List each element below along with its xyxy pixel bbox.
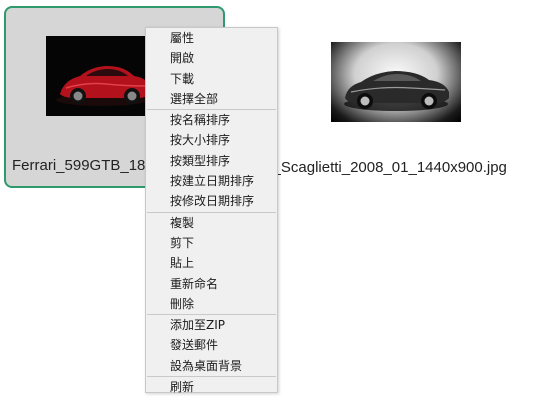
menu-item-add-to-zip[interactable]: 添加至ZIP bbox=[146, 315, 277, 335]
menu-item-copy[interactable]: 複製 bbox=[146, 213, 277, 233]
menu-item-refresh[interactable]: 刷新 bbox=[146, 377, 277, 397]
menu-item-sort-by-name[interactable]: 按名稱排序 bbox=[146, 110, 277, 130]
menu-item-set-as-wallpaper[interactable]: 設為桌面背景 bbox=[146, 356, 277, 376]
red-car-image bbox=[46, 36, 160, 116]
menu-item-download[interactable]: 下載 bbox=[146, 69, 277, 89]
menu-item-delete[interactable]: 刪除 bbox=[146, 294, 277, 314]
menu-item-sort-by-created-date[interactable]: 按建立日期排序 bbox=[146, 171, 277, 191]
file-thumbnail-dark-car[interactable] bbox=[331, 42, 461, 122]
dark-car-image bbox=[344, 71, 449, 111]
menu-item-sort-by-size[interactable]: 按大小排序 bbox=[146, 130, 277, 150]
menu-item-send-email[interactable]: 發送郵件 bbox=[146, 335, 277, 355]
menu-item-sort-by-type[interactable]: 按類型排序 bbox=[146, 151, 277, 171]
file-name-label[interactable]: Ferrari_599GTB_185 bbox=[12, 156, 154, 176]
file-thumbnail-red-car[interactable] bbox=[46, 36, 160, 116]
context-menu: 屬性 開啟 下載 選擇全部 按名稱排序 按大小排序 按類型排序 按建立日期排序 … bbox=[145, 27, 278, 394]
menu-item-sort-by-modified-date[interactable]: 按修改日期排序 bbox=[146, 191, 277, 211]
menu-item-open[interactable]: 開啟 bbox=[146, 48, 277, 68]
menu-item-paste[interactable]: 貼上 bbox=[146, 253, 277, 273]
menu-item-select-all[interactable]: 選擇全部 bbox=[146, 89, 277, 109]
menu-item-rename[interactable]: 重新命名 bbox=[146, 274, 277, 294]
menu-item-cut[interactable]: 剪下 bbox=[146, 233, 277, 253]
menu-item-properties[interactable]: 屬性 bbox=[146, 28, 277, 48]
